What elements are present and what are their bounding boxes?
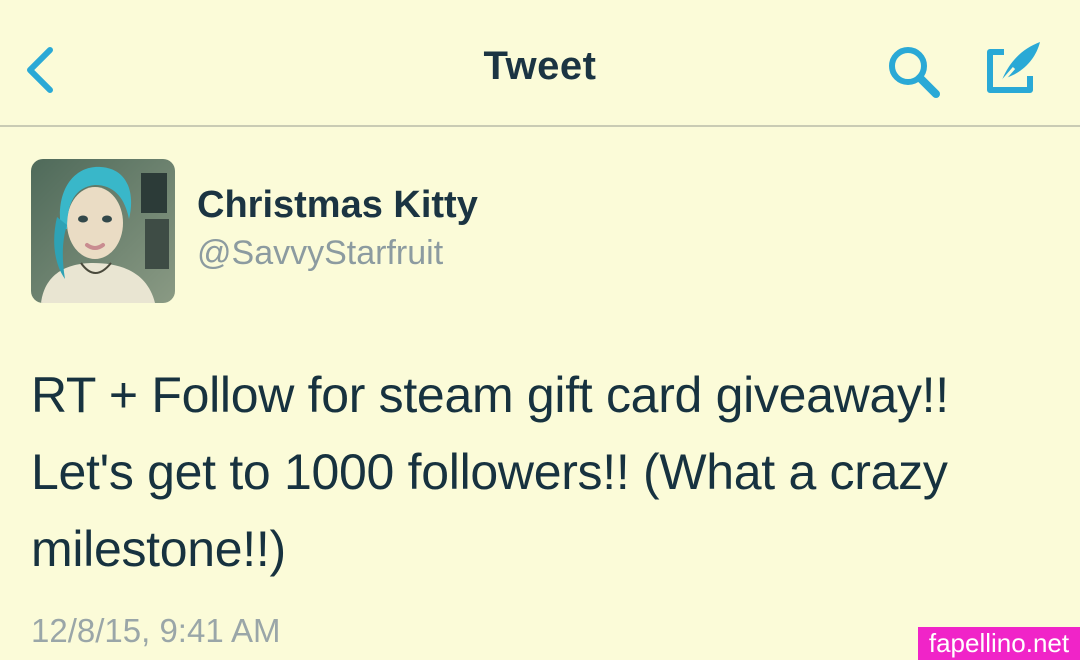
search-button[interactable] (884, 42, 948, 102)
display-name[interactable]: Christmas Kitty (197, 184, 478, 227)
avatar[interactable] (31, 159, 175, 303)
navigation-bar: Tweet (0, 0, 1080, 127)
watermark: fapellino.net (918, 627, 1080, 660)
compose-tweet-icon (987, 42, 1040, 93)
compose-button[interactable] (980, 36, 1046, 100)
tweet-timestamp: 12/8/15, 9:41 AM (31, 612, 281, 649)
user-handle[interactable]: @SavvyStarfruit (197, 234, 443, 273)
profile-photo (31, 159, 175, 303)
search-icon (889, 47, 940, 98)
tweet-text: RT + Follow for steam gift card giveaway… (31, 367, 949, 577)
